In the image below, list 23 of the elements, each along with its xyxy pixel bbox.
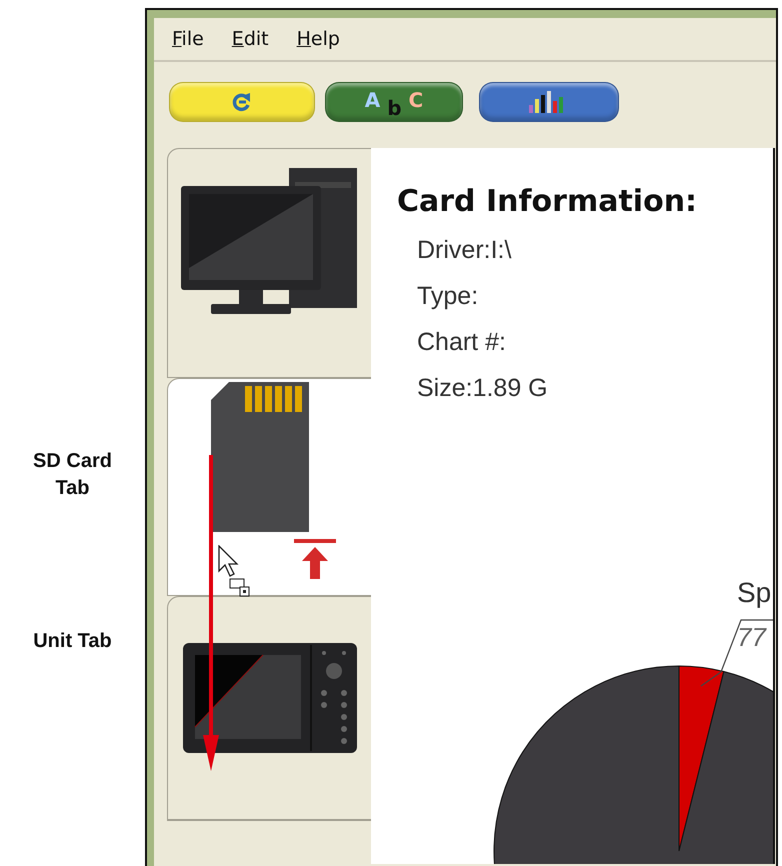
text-button[interactable]: A b C — [325, 82, 463, 122]
cursor-icon — [218, 545, 252, 599]
annotation-label: Unit Tab — [32, 629, 113, 654]
info-line: Type: — [416, 281, 480, 312]
menu-item[interactable]: Edit — [232, 28, 269, 50]
menu-item[interactable]: Help — [296, 28, 340, 50]
refresh-button[interactable] — [169, 82, 315, 122]
unit-tab[interactable] — [167, 596, 371, 820]
pie-label: Sp — [737, 577, 772, 608]
info-line: Size:1.89 G — [416, 373, 549, 404]
pie-value: 77 — [737, 622, 766, 652]
info-line: Driver:I:\ — [416, 235, 512, 266]
eject-icon — [294, 539, 336, 579]
annotation-label: SD Card Tab — [32, 449, 113, 501]
computer-tab[interactable] — [167, 148, 371, 378]
info-line: Chart #: — [416, 327, 507, 358]
chart-button[interactable] — [479, 82, 619, 122]
display-unit-icon — [182, 643, 356, 753]
refresh-icon — [231, 92, 253, 112]
menu-item[interactable]: File — [172, 28, 204, 50]
card-info-title: Card Information: — [397, 184, 698, 219]
sd-card-tab[interactable] — [167, 378, 371, 596]
sd-card-icon — [210, 382, 308, 532]
